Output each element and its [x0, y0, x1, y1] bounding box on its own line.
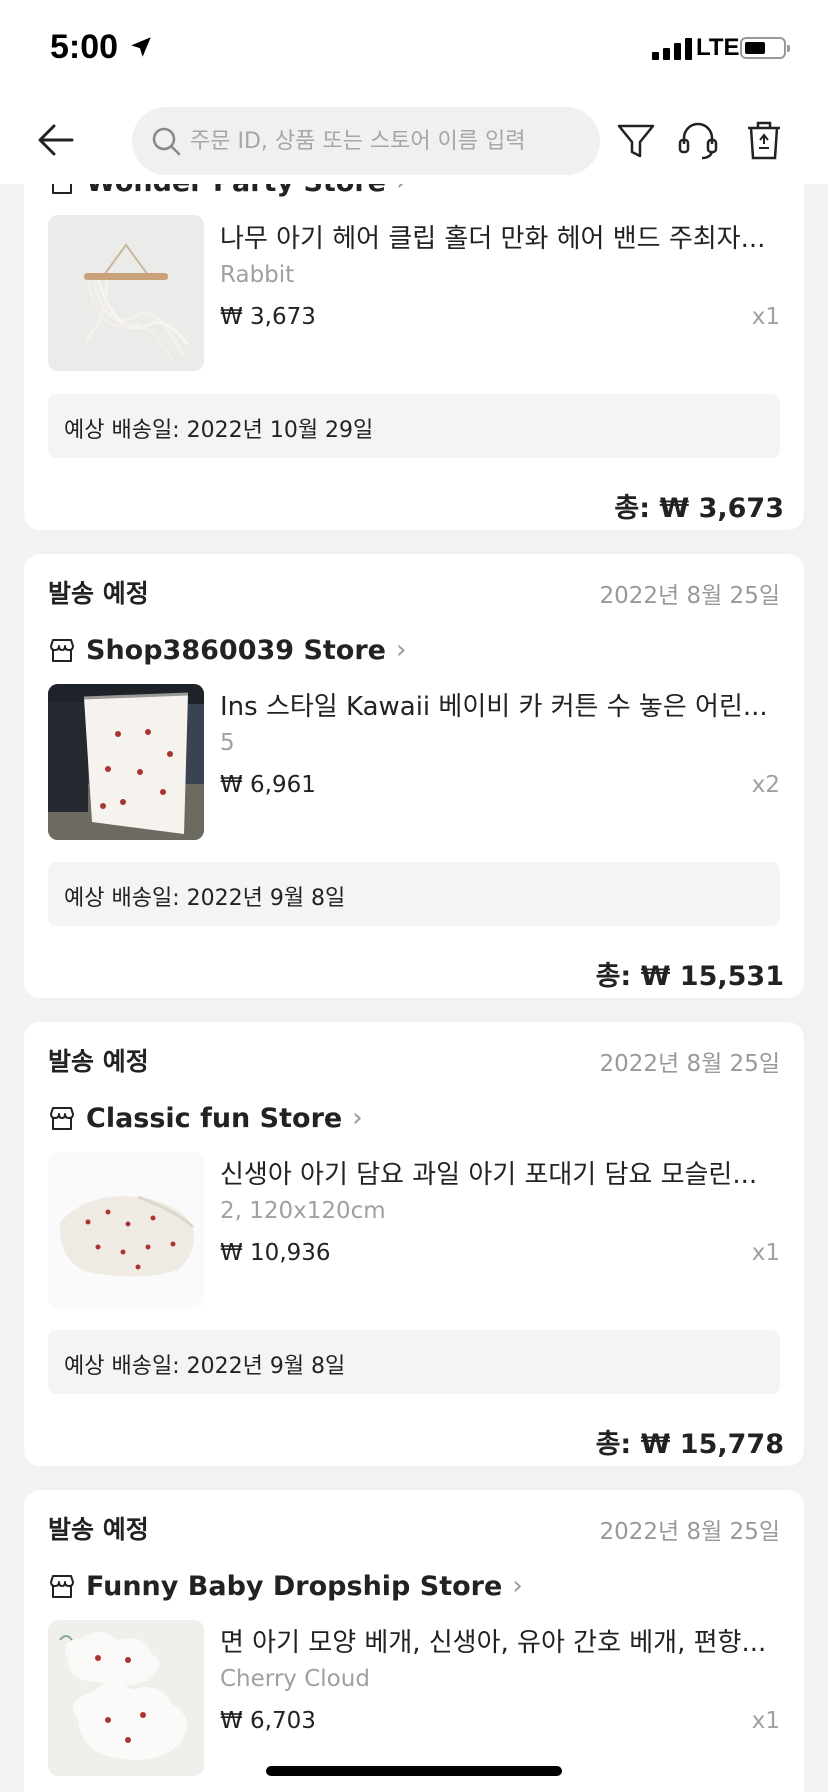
order-date: 2022년 8월 25일: [599, 1051, 780, 1077]
estimated-delivery-text: 예상 배송일: 2022년 9월 8일: [64, 886, 346, 911]
product-quantity: x1: [751, 1708, 780, 1734]
product-image[interactable]: [48, 215, 204, 371]
battery-icon: [740, 37, 790, 59]
order-total: 총: ₩ 15,531: [595, 961, 784, 992]
estimated-delivery-text: 예상 배송일: 2022년 10월 29일: [64, 418, 374, 443]
product-variant: 2, 120x120cm: [220, 1198, 386, 1224]
order-card: 발송 예정 2022년 8월 25일 Funny Baby Dropship S…: [24, 1490, 804, 1792]
chevron-right-icon: ›: [512, 1571, 523, 1601]
product-price: ₩ 10,936: [220, 1240, 331, 1266]
home-indicator[interactable]: [266, 1766, 562, 1776]
product-quantity: x1: [751, 304, 780, 330]
baby-pillow-image: [48, 1620, 204, 1776]
store-name: Shop3860039 Store: [86, 634, 386, 666]
order-total: 총: ₩ 15,778: [595, 1429, 784, 1460]
signal-icon: [652, 38, 692, 60]
product-variant: Cherry Cloud: [220, 1666, 370, 1692]
product-price: ₩ 3,673: [220, 304, 316, 330]
search-icon: [152, 127, 181, 156]
customer-service-icon[interactable]: [676, 118, 720, 162]
order-date: 2022년 8월 25일: [599, 583, 780, 609]
filter-icon[interactable]: [614, 118, 658, 162]
search-bar[interactable]: [132, 107, 600, 175]
product-variant: 5: [220, 730, 235, 756]
product-price: ₩ 6,961: [220, 772, 316, 798]
product-title[interactable]: 신생아 아기 담요 과일 아기 포대기 담요 모슬린...: [220, 1154, 780, 1191]
store-icon: [50, 1107, 74, 1130]
product-quantity: x2: [751, 772, 780, 798]
network-type: LTE: [696, 34, 740, 61]
order-card: 발송 예정 2022년 8월 25일 Classic fun Store › 신…: [24, 1022, 804, 1466]
order-date: 2022년 8월 25일: [599, 1519, 780, 1545]
product-variant: Rabbit: [220, 262, 295, 288]
store-icon: [50, 639, 74, 662]
baby-blanket-image: [48, 1152, 204, 1308]
store-name: Classic fun Store: [86, 1102, 343, 1134]
product-image[interactable]: [48, 1152, 204, 1308]
product-quantity: x1: [751, 1240, 780, 1266]
product-price: ₩ 6,703: [220, 1708, 316, 1734]
estimated-delivery: 예상 배송일: 2022년 9월 8일: [48, 1330, 780, 1394]
store-link[interactable]: Shop3860039 Store ›: [48, 632, 406, 668]
status-bar: 5:00 LTE: [0, 0, 828, 100]
order-card: 발송 예정 2022년 8월 25일 Shop3860039 Store › I…: [24, 554, 804, 998]
car-curtain-image: [48, 684, 204, 840]
order-status: 발송 예정: [48, 1515, 149, 1544]
location-arrow-icon: [131, 37, 151, 57]
estimated-delivery: 예상 배송일: 2022년 9월 8일: [48, 862, 780, 926]
back-arrow-icon[interactable]: [36, 120, 76, 160]
store-name: Funny Baby Dropship Store: [86, 1570, 503, 1602]
order-card: Wonder Party Store › 나무 아기 헤어 클립 홀더 만화 헤…: [24, 140, 804, 530]
store-link[interactable]: Classic fun Store ›: [48, 1100, 363, 1136]
product-image[interactable]: [48, 1620, 204, 1776]
product-title[interactable]: 면 아기 모양 베개, 신생아, 유아 간호 베개, 편향...: [220, 1622, 780, 1659]
chevron-right-icon: ›: [352, 1103, 363, 1133]
header-bar: [0, 100, 828, 184]
estimated-delivery-text: 예상 배송일: 2022년 9월 8일: [64, 1354, 346, 1379]
product-title[interactable]: Ins 스타일 Kawaii 베이비 카 커튼 수 놓은 어린...: [220, 686, 780, 723]
order-total: 총: ₩ 3,673: [614, 493, 784, 524]
search-input[interactable]: [190, 107, 580, 175]
store-link[interactable]: Funny Baby Dropship Store ›: [48, 1568, 523, 1604]
order-status: 발송 예정: [48, 579, 149, 608]
order-status: 발송 예정: [48, 1047, 149, 1076]
estimated-delivery: 예상 배송일: 2022년 10월 29일: [48, 394, 780, 458]
product-title[interactable]: 나무 아기 헤어 클립 홀더 만화 헤어 밴드 주최자...: [220, 218, 780, 255]
status-time: 5:00: [50, 28, 119, 66]
chevron-right-icon: ›: [395, 635, 407, 665]
store-icon: [50, 1575, 74, 1598]
product-image[interactable]: [48, 684, 204, 840]
hair-clip-holder-image: [48, 215, 204, 371]
trash-icon[interactable]: [742, 118, 786, 162]
